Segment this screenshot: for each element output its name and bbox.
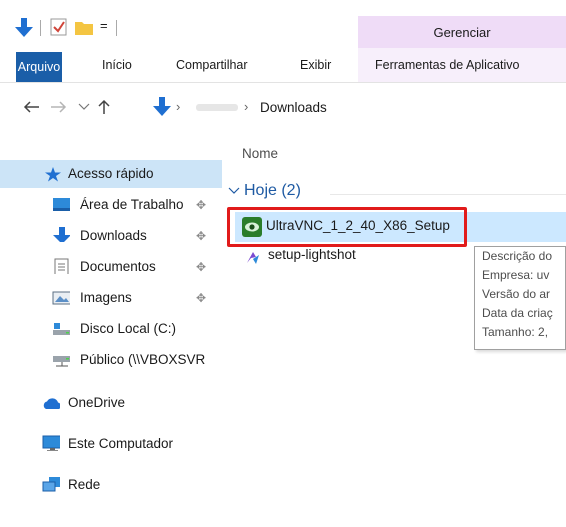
tooltip-line: Empresa: uv — [482, 268, 550, 282]
nav-label: Disco Local (C:) — [80, 321, 177, 336]
nav-label: Downloads — [80, 228, 147, 243]
computer-icon — [42, 435, 60, 451]
downloads-folder-icon — [153, 97, 171, 116]
tooltip-line: Versão do ar — [482, 287, 551, 301]
breadcrumb-current-folder[interactable]: Downloads — [260, 100, 327, 115]
up-arrow-icon[interactable] — [96, 99, 112, 115]
nav-label: Documentos — [80, 259, 156, 274]
pin-icon[interactable]: ✥ — [196, 253, 206, 281]
nav-label: Este Computador — [68, 436, 174, 451]
forward-arrow-icon[interactable] — [50, 100, 68, 114]
nav-item-area-de-trabalho[interactable]: Área de Trabalho ✥ — [0, 191, 222, 219]
network-drive-icon — [53, 356, 70, 367]
nav-label: Acesso rápido — [68, 166, 154, 181]
nav-quick-access[interactable]: Acesso rápido — [0, 160, 222, 188]
tooltip-line: Tamanho: 2, — [482, 325, 549, 339]
tab-arquivo[interactable]: Arquivo — [16, 52, 62, 82]
pictures-icon — [52, 291, 70, 305]
column-header-nome[interactable]: Nome — [242, 146, 278, 161]
tooltip-line: Descrição do — [482, 249, 553, 263]
properties-icon[interactable] — [50, 17, 68, 37]
separator — [116, 20, 117, 36]
download-arrow-icon — [53, 227, 70, 242]
document-icon — [54, 258, 69, 274]
quick-access-dropdown[interactable]: = — [100, 18, 108, 33]
nav-item-imagens[interactable]: Imagens ✥ — [0, 284, 222, 312]
group-header-hoje[interactable]: Hoje (2) — [244, 182, 301, 200]
network-icon — [42, 477, 60, 492]
download-arrow-icon[interactable] — [14, 16, 34, 40]
nav-label: Área de Trabalho — [80, 197, 184, 212]
nav-label: Rede — [68, 477, 101, 492]
tooltip-line: Data da criaç — [482, 306, 553, 320]
file-name-lightshot[interactable]: setup-lightshot — [268, 247, 356, 262]
file-info-tooltip: Descrição do Empresa: uv Versão do ar Da… — [474, 246, 566, 350]
redacted-user-name — [196, 104, 238, 111]
star-icon — [45, 167, 61, 182]
nav-rede[interactable]: Rede — [0, 471, 222, 499]
breadcrumb-chevron-icon: › — [176, 99, 181, 114]
nav-label: OneDrive — [68, 395, 126, 410]
tab-ferramentas-de-aplicativo[interactable]: Ferramentas de Aplicativo — [375, 48, 520, 82]
pin-icon[interactable]: ✥ — [196, 191, 206, 219]
tab-compartilhar[interactable]: Compartilhar — [176, 48, 248, 82]
recent-locations-chevron-icon[interactable] — [78, 103, 90, 111]
desktop-icon — [53, 198, 70, 211]
group-divider — [330, 194, 566, 195]
group-collapse-chevron-icon[interactable] — [228, 187, 240, 195]
nav-label: Público (\\VBOXSVR — [80, 352, 206, 367]
nav-item-disco-local[interactable]: Disco Local (C:) — [0, 315, 222, 343]
contextual-tab-gerenciar[interactable]: Gerenciar — [358, 16, 566, 48]
tab-exibir[interactable]: Exibir — [300, 48, 331, 82]
breadcrumb-chevron-icon: › — [244, 99, 249, 114]
drive-icon — [53, 323, 70, 335]
nav-onedrive[interactable]: OneDrive — [0, 389, 222, 417]
pin-icon[interactable]: ✥ — [196, 284, 206, 312]
nav-item-downloads[interactable]: Downloads ✥ — [0, 222, 222, 250]
separator — [40, 20, 41, 36]
nav-item-publico[interactable]: Público (\\VBOXSVR — [0, 346, 222, 374]
nav-este-computador[interactable]: Este Computador — [0, 430, 222, 458]
tab-inicio[interactable]: Início — [102, 48, 132, 82]
back-arrow-icon[interactable] — [22, 100, 40, 114]
nav-item-documentos[interactable]: Documentos ✥ — [0, 253, 222, 281]
lightshot-icon — [247, 252, 259, 264]
new-folder-icon[interactable] — [74, 18, 94, 36]
pin-icon[interactable]: ✥ — [196, 222, 206, 250]
highlight-box — [227, 207, 467, 247]
cloud-icon — [43, 398, 60, 409]
nav-label: Imagens — [80, 290, 132, 305]
